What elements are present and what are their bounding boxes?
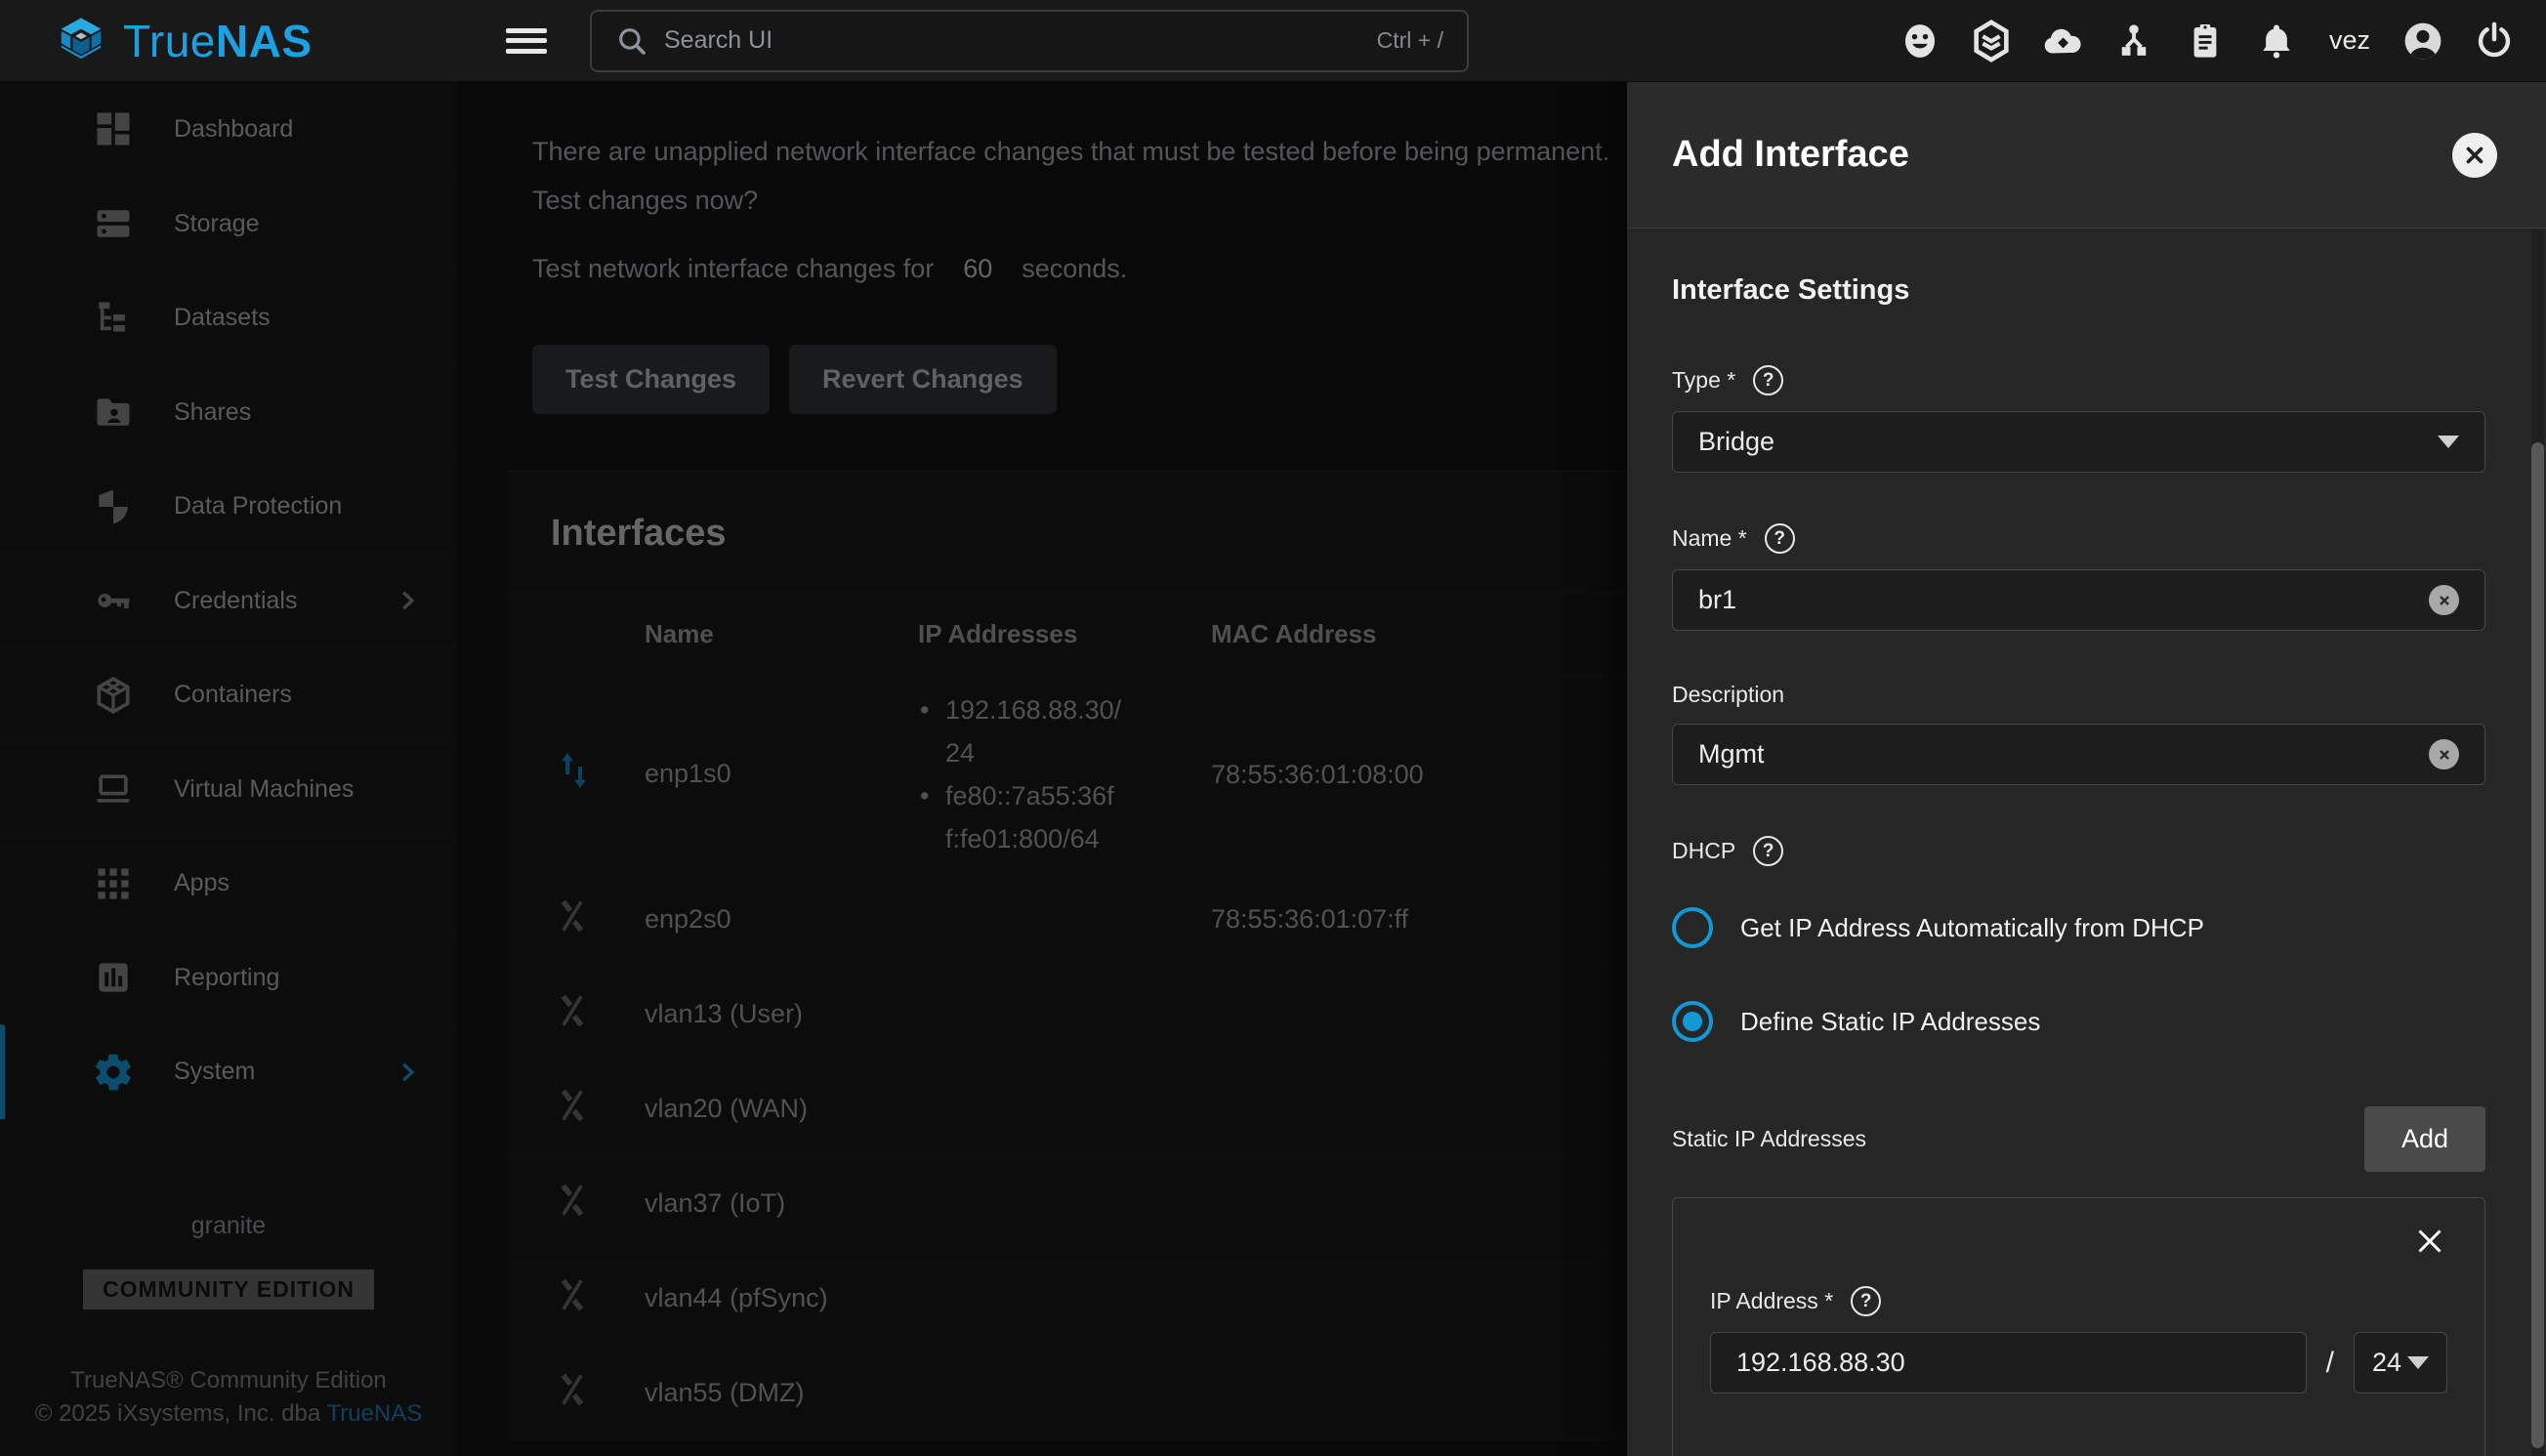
static-ip-row: Static IP Addresses Add xyxy=(1672,1106,2485,1172)
chevron-down-icon xyxy=(2407,1356,2429,1369)
cidr-separator: / xyxy=(2326,1347,2334,1380)
scrollbar-thumb[interactable] xyxy=(2531,442,2544,1448)
type-select[interactable]: Bridge xyxy=(1672,411,2485,473)
help-icon[interactable]: ? xyxy=(1753,365,1783,395)
section-title: Interface Settings xyxy=(1672,274,2485,307)
global-search: Ctrl + / xyxy=(590,10,1469,72)
panel-body: Interface Settings Type *? Bridge Name *… xyxy=(1627,229,2546,1456)
truenas-logo[interactable]: TrueNAS xyxy=(0,15,457,67)
cloud-icon[interactable] xyxy=(2040,19,2085,63)
type-field: Type *? Bridge xyxy=(1672,365,2485,473)
search-icon xyxy=(615,24,648,58)
add-interface-panel: Add Interface Interface Settings Type *?… xyxy=(1627,82,2546,1456)
power-icon[interactable] xyxy=(2472,19,2517,63)
description-field: Description xyxy=(1672,682,2485,785)
username-label[interactable]: vez xyxy=(2325,25,2374,56)
radio-static[interactable]: Define Static IP Addresses xyxy=(1672,989,2485,1054)
search-input[interactable] xyxy=(664,26,1361,55)
clear-icon[interactable] xyxy=(2429,585,2459,615)
truenas-logo-text: TrueNAS xyxy=(123,15,313,67)
help-icon[interactable]: ? xyxy=(1765,523,1795,554)
static-ip-label: Static IP Addresses xyxy=(1672,1126,1866,1152)
user-avatar-icon[interactable] xyxy=(2400,19,2445,63)
topbar: TrueNAS Ctrl + / xyxy=(0,0,2546,82)
add-button[interactable]: Add xyxy=(2364,1106,2485,1172)
alerts-icon[interactable] xyxy=(2254,19,2299,63)
name-field: Name *? xyxy=(1672,523,2485,631)
chevron-down-icon xyxy=(2438,436,2459,448)
panel-header: Add Interface xyxy=(1627,82,2546,229)
truenas-logo-icon xyxy=(55,15,107,67)
ip-address-label: IP Address * xyxy=(1710,1288,1833,1314)
help-icon[interactable]: ? xyxy=(1851,1286,1881,1316)
feedback-icon[interactable] xyxy=(1898,19,1942,63)
radio-unselected-icon xyxy=(1672,907,1713,948)
static-ip-entry-card: IP Address *? / 24 xyxy=(1672,1197,2485,1456)
description-label: Description xyxy=(1672,682,1784,708)
netmask-select[interactable]: 24 xyxy=(2354,1332,2447,1394)
ip-address-input[interactable] xyxy=(1736,1348,2280,1378)
panel-scrollbar[interactable] xyxy=(2531,229,2544,1456)
network-icon[interactable] xyxy=(2111,19,2156,63)
truenas-app: TrueNAS Ctrl + / xyxy=(0,0,2546,1456)
remove-entry-icon[interactable] xyxy=(2412,1224,2447,1264)
truecommand-icon[interactable] xyxy=(1969,19,2014,63)
topbar-actions: vez xyxy=(1898,19,2546,63)
clear-icon[interactable] xyxy=(2429,739,2459,770)
name-input[interactable] xyxy=(1698,585,2429,615)
modal-backdrop[interactable] xyxy=(0,82,1627,1456)
close-icon[interactable] xyxy=(2452,133,2497,178)
description-input[interactable] xyxy=(1698,739,2429,770)
dhcp-label-row: DHCP? xyxy=(1672,836,2485,866)
name-label: Name * xyxy=(1672,525,1747,552)
menu-toggle-icon[interactable] xyxy=(506,24,547,58)
jobs-icon[interactable] xyxy=(2183,19,2228,63)
radio-selected-icon xyxy=(1672,1001,1713,1042)
panel-title: Add Interface xyxy=(1672,134,1909,176)
type-label: Type * xyxy=(1672,367,1735,394)
radio-dhcp[interactable]: Get IP Address Automatically from DHCP xyxy=(1672,895,2485,960)
search-shortcut: Ctrl + / xyxy=(1377,27,1443,54)
ip-address-row: / 24 xyxy=(1710,1332,2447,1394)
dhcp-label: DHCP xyxy=(1672,838,1735,864)
help-icon[interactable]: ? xyxy=(1753,836,1783,866)
